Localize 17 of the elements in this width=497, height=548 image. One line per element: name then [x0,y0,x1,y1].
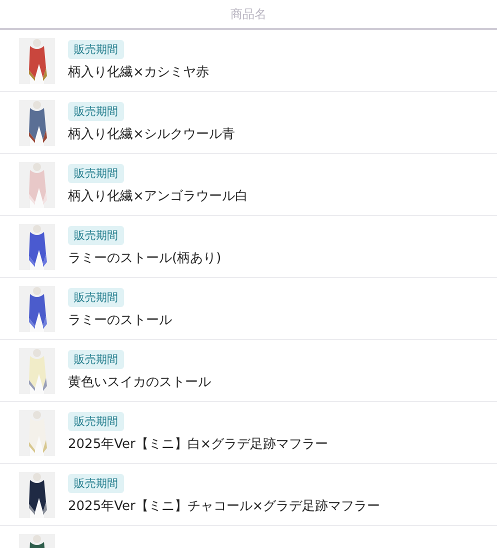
product-name[interactable]: ラミーのストール(柄あり) [68,249,222,267]
product-name[interactable]: 黄色いスイカのストール [68,373,211,391]
product-name[interactable]: 柄入り化繊×シルクウール青 [68,125,235,143]
status-tag: 販売期間 [68,350,124,369]
status-tag: 販売期間 [68,412,124,431]
status-tag: 販売期間 [68,226,124,245]
product-name[interactable]: 柄入り化繊×カシミヤ赤 [68,63,209,81]
status-tag: 販売期間 [68,164,124,183]
status-tag: 販売期間 [68,474,124,493]
product-name[interactable]: 2025年Ver【ミニ】チャコール×グラデ足跡マフラー [68,497,380,515]
product-name[interactable]: 柄入り化繊×アンゴラウール白 [68,187,248,205]
product-name[interactable]: 2025年Ver【ミニ】白×グラデ足跡マフラー [68,435,328,453]
product-name[interactable]: ラミーのストール [68,311,172,329]
status-tag: 販売期間 [68,40,124,59]
status-tag: 販売期間 [68,102,124,121]
status-tag: 販売期間 [68,288,124,307]
column-header: 商品名 [230,6,266,22]
